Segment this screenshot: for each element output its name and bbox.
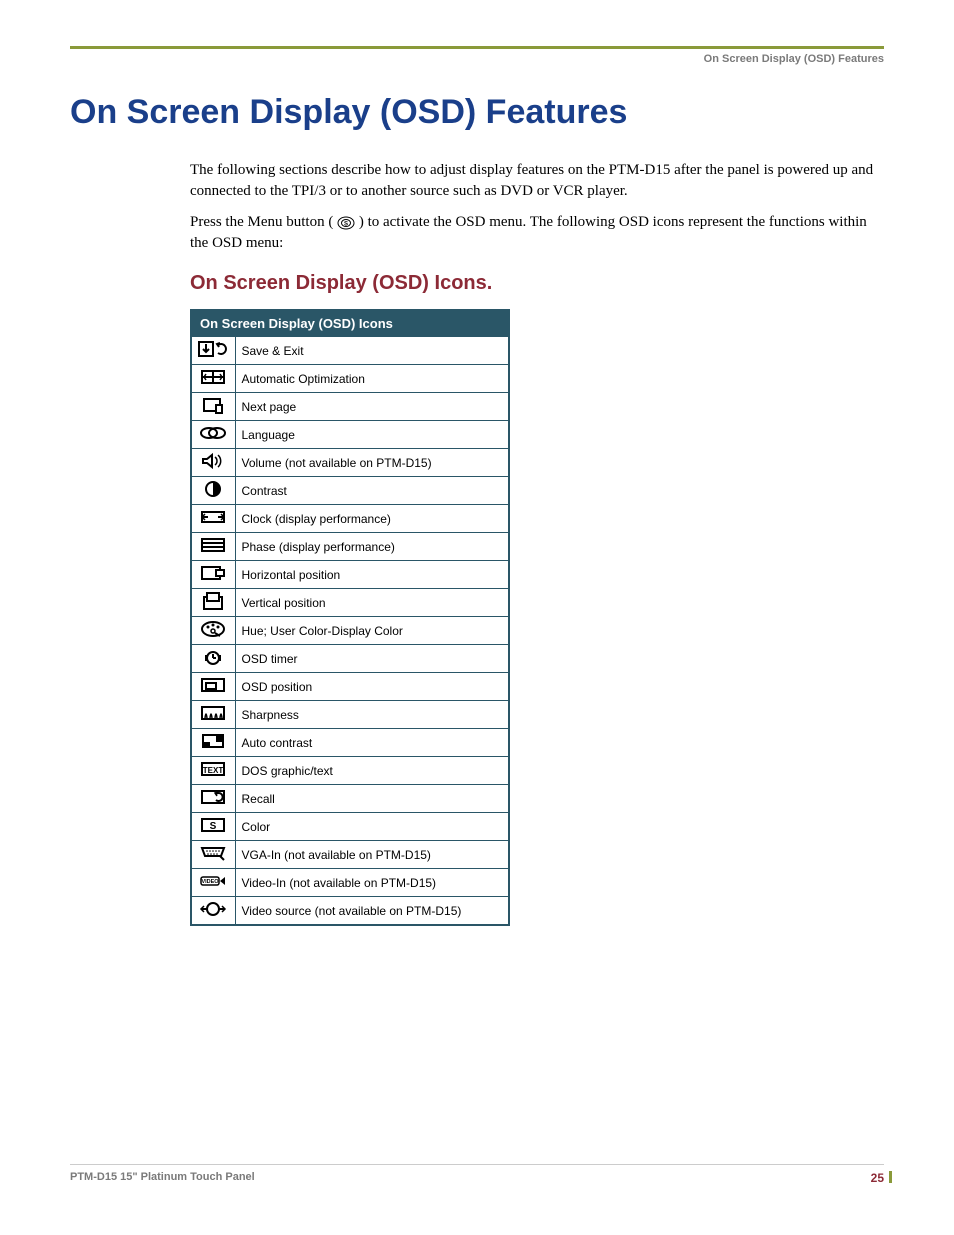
icon-label: DOS graphic/text [235, 757, 509, 785]
contrast-icon [191, 477, 235, 505]
save-exit-icon [191, 337, 235, 365]
icon-label: Phase (display performance) [235, 533, 509, 561]
table-row: Sharpness [191, 701, 509, 729]
icon-label: Volume (not available on PTM-D15) [235, 449, 509, 477]
icon-label: Video-In (not available on PTM-D15) [235, 869, 509, 897]
icon-label: OSD timer [235, 645, 509, 673]
vpos-icon [191, 589, 235, 617]
table-row: VGA-In (not available on PTM-D15) [191, 841, 509, 869]
table-row: Contrast [191, 477, 509, 505]
video-source-icon [191, 897, 235, 926]
osd-position-icon [191, 673, 235, 701]
icon-label: Horizontal position [235, 561, 509, 589]
hue-icon [191, 617, 235, 645]
table-row: Recall [191, 785, 509, 813]
phase-icon [191, 533, 235, 561]
icon-label: Vertical position [235, 589, 509, 617]
icon-label: Save & Exit [235, 337, 509, 365]
hpos-icon [191, 561, 235, 589]
sharpness-icon [191, 701, 235, 729]
section-title: On Screen Display (OSD) Icons. [190, 272, 874, 295]
table-row: DOS graphic/text [191, 757, 509, 785]
page-number: 25 [871, 1171, 884, 1185]
osd-icons-table: On Screen Display (OSD) Icons Save & Exi… [190, 309, 510, 926]
intro-paragraph-2: Press the Menu button ( S ) to activate … [190, 212, 874, 254]
color-icon [191, 813, 235, 841]
table-row: Automatic Optimization [191, 365, 509, 393]
table-row: Horizontal position [191, 561, 509, 589]
video-in-icon [191, 869, 235, 897]
icon-label: Recall [235, 785, 509, 813]
icon-label: Automatic Optimization [235, 365, 509, 393]
svg-text:S: S [344, 221, 348, 227]
menu-button-icon: S [337, 216, 355, 230]
table-row: Auto contrast [191, 729, 509, 757]
table-header: On Screen Display (OSD) Icons [191, 310, 509, 337]
page-footer: PTM-D15 15" Platinum Touch Panel 25 [70, 1164, 884, 1185]
icon-label: Auto contrast [235, 729, 509, 757]
table-row: Volume (not available on PTM-D15) [191, 449, 509, 477]
footer-product: PTM-D15 15" Platinum Touch Panel [70, 1171, 255, 1183]
osd-timer-icon [191, 645, 235, 673]
icon-label: OSD position [235, 673, 509, 701]
breadcrumb: On Screen Display (OSD) Features [70, 53, 884, 69]
icon-label: Color [235, 813, 509, 841]
table-row: Video-In (not available on PTM-D15) [191, 869, 509, 897]
icon-label: Video source (not available on PTM-D15) [235, 897, 509, 926]
table-row: Color [191, 813, 509, 841]
icon-label: Language [235, 421, 509, 449]
table-row: OSD position [191, 673, 509, 701]
table-row: Clock (display performance) [191, 505, 509, 533]
volume-icon [191, 449, 235, 477]
intro-paragraph-1: The following sections describe how to a… [190, 160, 874, 202]
next-page-icon [191, 393, 235, 421]
table-row: Phase (display performance) [191, 533, 509, 561]
icon-label: Next page [235, 393, 509, 421]
recall-icon [191, 785, 235, 813]
table-row: Vertical position [191, 589, 509, 617]
auto-contrast-icon [191, 729, 235, 757]
table-row: Video source (not available on PTM-D15) [191, 897, 509, 926]
table-row: Hue; User Color-Display Color [191, 617, 509, 645]
icon-label: Clock (display performance) [235, 505, 509, 533]
clock-icon [191, 505, 235, 533]
table-row: OSD timer [191, 645, 509, 673]
page-title: On Screen Display (OSD) Features [70, 93, 884, 132]
table-row: Next page [191, 393, 509, 421]
table-row: Save & Exit [191, 337, 509, 365]
icon-label: Sharpness [235, 701, 509, 729]
icon-label: Contrast [235, 477, 509, 505]
icon-label: Hue; User Color-Display Color [235, 617, 509, 645]
auto-opt-icon [191, 365, 235, 393]
icon-label: VGA-In (not available on PTM-D15) [235, 841, 509, 869]
language-icon [191, 421, 235, 449]
vga-in-icon [191, 841, 235, 869]
table-row: Language [191, 421, 509, 449]
dos-text-icon [191, 757, 235, 785]
